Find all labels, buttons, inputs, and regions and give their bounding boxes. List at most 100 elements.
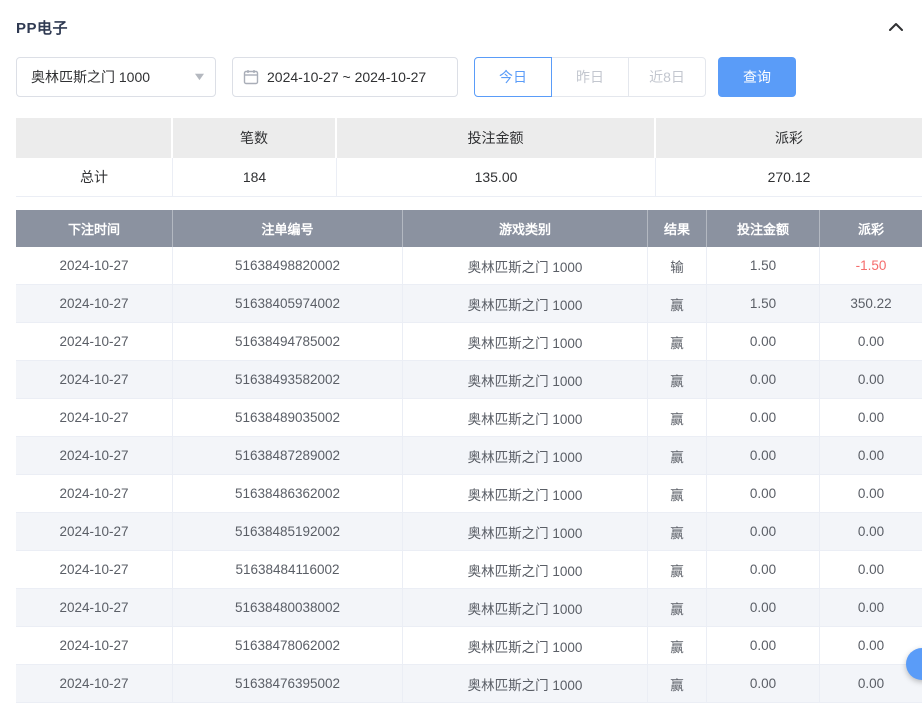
table-row: 2024-10-27 51638498820002 奥林匹斯之门 1000 输 … xyxy=(16,247,922,285)
cell-bet-time: 2024-10-27 xyxy=(16,665,173,703)
summary-header-payout: 派彩 xyxy=(656,118,922,158)
cell-bet-id: 51638486362002 xyxy=(173,475,403,513)
cell-payout: 0.00 xyxy=(820,551,922,589)
cell-game-category: 奥林匹斯之门 1000 xyxy=(403,285,648,323)
cell-bet-amount: 0.00 xyxy=(707,551,820,589)
table-row: 2024-10-27 51638485192002 奥林匹斯之门 1000 赢 … xyxy=(16,513,922,551)
summary-header-bet-amount: 投注金额 xyxy=(337,118,656,158)
cell-payout: 0.00 xyxy=(820,437,922,475)
cell-bet-time: 2024-10-27 xyxy=(16,247,173,285)
summary-header-row: 笔数 投注金额 派彩 xyxy=(16,118,922,158)
table-row: 2024-10-27 51638484116002 奥林匹斯之门 1000 赢 … xyxy=(16,551,922,589)
chevron-down-icon: ▼ xyxy=(192,71,207,83)
date-range-value: 2024-10-27 ~ 2024-10-27 xyxy=(267,69,426,85)
cell-bet-amount: 0.00 xyxy=(707,361,820,399)
cell-bet-id: 51638487289002 xyxy=(173,437,403,475)
page-title: PP电子 xyxy=(16,17,68,38)
cell-bet-time: 2024-10-27 xyxy=(16,323,173,361)
cell-result: 赢 xyxy=(648,513,707,551)
header-bet-time: 下注时间 xyxy=(16,210,173,247)
cell-result: 赢 xyxy=(648,323,707,361)
cell-game-category: 奥林匹斯之门 1000 xyxy=(403,627,648,665)
summary-total-label: 总计 xyxy=(16,158,173,197)
summary-header-empty xyxy=(16,118,173,158)
table-row: 2024-10-27 51638493582002 奥林匹斯之门 1000 赢 … xyxy=(16,361,922,399)
cell-bet-id: 51638480038002 xyxy=(173,589,403,627)
header-payout: 派彩 xyxy=(820,210,922,247)
cell-bet-amount: 0.00 xyxy=(707,323,820,361)
cell-game-category: 奥林匹斯之门 1000 xyxy=(403,399,648,437)
cell-bet-time: 2024-10-27 xyxy=(16,589,173,627)
cell-game-category: 奥林匹斯之门 1000 xyxy=(403,665,648,703)
bets-table: 下注时间 注单编号 游戏类别 结果 投注金额 派彩 2024-10-27 516… xyxy=(16,210,922,703)
cell-result: 赢 xyxy=(648,437,707,475)
cell-bet-id: 51638478062002 xyxy=(173,627,403,665)
table-header-row: 下注时间 注单编号 游戏类别 结果 投注金额 派彩 xyxy=(16,210,922,247)
game-select[interactable]: 奥林匹斯之门 1000 ▼ xyxy=(16,57,216,97)
table-row: 2024-10-27 51638405974002 奥林匹斯之门 1000 赢 … xyxy=(16,285,922,323)
summary-total-row: 总计 184 135.00 270.12 xyxy=(16,158,922,197)
cell-result: 赢 xyxy=(648,665,707,703)
calendar-icon xyxy=(243,69,259,85)
cell-game-category: 奥林匹斯之门 1000 xyxy=(403,513,648,551)
cell-payout: 350.22 xyxy=(820,285,922,323)
cell-bet-id: 51638476395002 xyxy=(173,665,403,703)
table-body: 2024-10-27 51638498820002 奥林匹斯之门 1000 输 … xyxy=(16,247,922,703)
cell-bet-id: 51638498820002 xyxy=(173,247,403,285)
header-game-category: 游戏类别 xyxy=(403,210,648,247)
filter-bar: 奥林匹斯之门 1000 ▼ 2024-10-27 ~ 2024-10-27 今日… xyxy=(16,57,922,97)
collapse-chevron-icon[interactable] xyxy=(888,22,904,32)
cell-bet-id: 51638494785002 xyxy=(173,323,403,361)
search-button[interactable]: 查询 xyxy=(718,57,796,97)
table-row: 2024-10-27 51638486362002 奥林匹斯之门 1000 赢 … xyxy=(16,475,922,513)
cell-bet-time: 2024-10-27 xyxy=(16,627,173,665)
cell-result: 赢 xyxy=(648,589,707,627)
cell-bet-time: 2024-10-27 xyxy=(16,551,173,589)
cell-bet-amount: 0.00 xyxy=(707,665,820,703)
cell-payout: 0.00 xyxy=(820,323,922,361)
cell-result: 赢 xyxy=(648,627,707,665)
table-row: 2024-10-27 51638494785002 奥林匹斯之门 1000 赢 … xyxy=(16,323,922,361)
cell-result: 赢 xyxy=(648,551,707,589)
pp-electronic-panel: PP电子 奥林匹斯之门 1000 ▼ 2024-10-27 ~ 2024-10-… xyxy=(0,0,922,711)
cell-bet-amount: 0.00 xyxy=(707,513,820,551)
cell-game-category: 奥林匹斯之门 1000 xyxy=(403,551,648,589)
table-row: 2024-10-27 51638480038002 奥林匹斯之门 1000 赢 … xyxy=(16,589,922,627)
cell-payout: 0.00 xyxy=(820,475,922,513)
cell-payout: 0.00 xyxy=(820,589,922,627)
cell-game-category: 奥林匹斯之门 1000 xyxy=(403,475,648,513)
quick-date-buttons: 今日 昨日 近8日 xyxy=(474,57,706,97)
cell-bet-id: 51638493582002 xyxy=(173,361,403,399)
panel-header: PP电子 xyxy=(16,14,922,40)
cell-bet-amount: 0.00 xyxy=(707,437,820,475)
cell-bet-time: 2024-10-27 xyxy=(16,437,173,475)
cell-bet-id: 51638484116002 xyxy=(173,551,403,589)
cell-payout: 0.00 xyxy=(820,399,922,437)
cell-result: 赢 xyxy=(648,285,707,323)
cell-bet-amount: 0.00 xyxy=(707,627,820,665)
yesterday-button[interactable]: 昨日 xyxy=(551,57,629,97)
cell-bet-time: 2024-10-27 xyxy=(16,475,173,513)
cell-payout: 0.00 xyxy=(820,361,922,399)
table-row: 2024-10-27 51638487289002 奥林匹斯之门 1000 赢 … xyxy=(16,437,922,475)
cell-bet-time: 2024-10-27 xyxy=(16,285,173,323)
table-row: 2024-10-27 51638478062002 奥林匹斯之门 1000 赢 … xyxy=(16,627,922,665)
cell-result: 赢 xyxy=(648,475,707,513)
summary-bet-amount-value: 135.00 xyxy=(337,158,656,197)
cell-game-category: 奥林匹斯之门 1000 xyxy=(403,361,648,399)
summary-payout-value: 270.12 xyxy=(656,158,922,197)
cell-bet-id: 51638485192002 xyxy=(173,513,403,551)
cell-result: 赢 xyxy=(648,361,707,399)
date-range-picker[interactable]: 2024-10-27 ~ 2024-10-27 xyxy=(232,57,458,97)
summary-count-value: 184 xyxy=(173,158,337,197)
cell-game-category: 奥林匹斯之门 1000 xyxy=(403,323,648,361)
cell-bet-time: 2024-10-27 xyxy=(16,399,173,437)
cell-payout: -1.50 xyxy=(820,247,922,285)
last-8-days-button[interactable]: 近8日 xyxy=(628,57,706,97)
table-row: 2024-10-27 51638489035002 奥林匹斯之门 1000 赢 … xyxy=(16,399,922,437)
cell-bet-amount: 1.50 xyxy=(707,285,820,323)
header-bet-id: 注单编号 xyxy=(173,210,403,247)
cell-game-category: 奥林匹斯之门 1000 xyxy=(403,247,648,285)
cell-game-category: 奥林匹斯之门 1000 xyxy=(403,589,648,627)
today-button[interactable]: 今日 xyxy=(474,57,552,97)
